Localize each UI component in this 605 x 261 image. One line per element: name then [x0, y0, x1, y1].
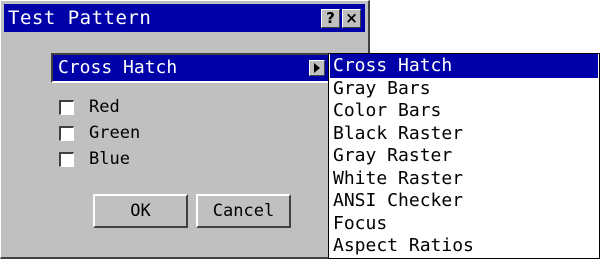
dropdown-option[interactable]: Gray Bars [330, 77, 598, 101]
pattern-select[interactable]: Cross Hatch [51, 53, 331, 83]
cancel-button[interactable]: Cancel [196, 194, 291, 228]
dropdown-option[interactable]: Black Raster [330, 122, 598, 146]
dropdown-option[interactable]: Gray Raster [330, 144, 598, 168]
green-label: Green [89, 123, 141, 143]
dropdown-option[interactable]: Color Bars [330, 99, 598, 123]
green-checkbox[interactable] [59, 126, 74, 141]
dropdown-option[interactable]: Focus [330, 212, 598, 236]
triangle-right-icon [314, 63, 320, 73]
help-icon: ? [326, 9, 335, 27]
red-checkbox[interactable] [59, 100, 74, 115]
dialog-title: Test Pattern [8, 7, 152, 29]
title-bar[interactable]: Test Pattern ? × [4, 4, 365, 32]
red-label: Red [89, 97, 120, 117]
dropdown-arrow-button[interactable] [309, 60, 325, 76]
dropdown-option[interactable]: Aspect Ratios [330, 234, 598, 258]
blue-label: Blue [89, 149, 130, 169]
test-pattern-dialog: Test Pattern ? × Cross Hatch Red Green B… [0, 0, 370, 259]
close-button[interactable]: × [342, 9, 361, 28]
help-button[interactable]: ? [321, 9, 340, 28]
dropdown-option[interactable]: White Raster [330, 167, 598, 191]
close-icon: × [345, 9, 358, 27]
blue-checkbox[interactable] [59, 152, 74, 167]
ok-button[interactable]: OK [93, 194, 188, 228]
dropdown-option[interactable]: ANSI Checker [330, 189, 598, 213]
dropdown-option[interactable]: Cross Hatch [330, 54, 598, 78]
pattern-select-value: Cross Hatch [58, 57, 178, 78]
pattern-dropdown-list: Cross Hatch Gray Bars Color Bars Black R… [328, 53, 600, 259]
